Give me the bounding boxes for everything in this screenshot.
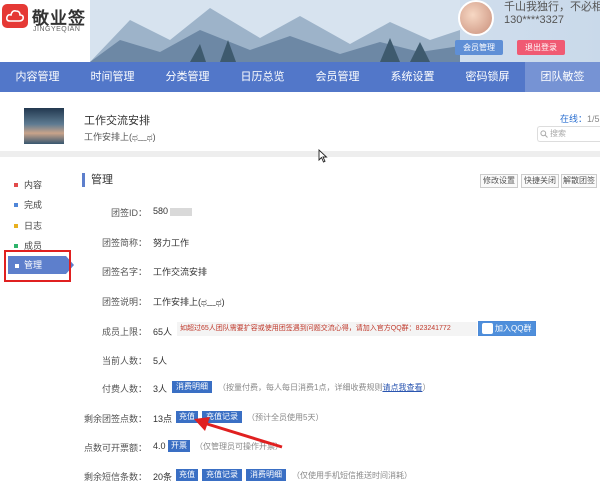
nav-content[interactable]: 内容管理 xyxy=(0,62,75,92)
user-phone: 130****3327 xyxy=(504,14,564,26)
consumption-detail-button[interactable]: 消费明细 xyxy=(172,381,212,393)
group-desc-label: 团签说明： xyxy=(101,297,147,307)
invoice-amount-value: 4.0 xyxy=(153,441,166,451)
short-name-label: 团签简称： xyxy=(101,238,147,248)
mountain-banner-image xyxy=(90,0,460,62)
section-title: 管理 xyxy=(82,173,113,187)
logout-button[interactable]: 退出登录 xyxy=(517,40,565,55)
sidebar-label: 内容 xyxy=(24,180,43,190)
highlight-box xyxy=(4,250,71,282)
quick-close-button[interactable]: 快捷关闭 xyxy=(521,174,559,188)
nav-category[interactable]: 分类管理 xyxy=(150,62,225,92)
join-qq-button[interactable]: 加入QQ群 xyxy=(478,321,536,336)
user-motto: 千山我独行，不必相送 xyxy=(504,1,600,13)
current-count-value: 5人 xyxy=(153,356,168,366)
nav-team[interactable]: 团队敏签 xyxy=(525,62,600,92)
member-limit-value: 65人 xyxy=(153,327,173,337)
group-name-value: 工作交流安排 xyxy=(153,267,208,277)
sidebar-label: 完成 xyxy=(24,200,43,210)
group-id-label: 团签ID： xyxy=(110,208,147,218)
group-thumbnail xyxy=(24,108,64,144)
header: 敬业签 JINGYEQIAN 千山我独行，不必相送 130****3327 会员… xyxy=(0,0,600,62)
dissolve-group-button[interactable]: 解散团签 xyxy=(561,174,597,188)
group-id-value: 580 xyxy=(153,206,193,216)
edit-settings-button[interactable]: 修改设置 xyxy=(480,174,518,188)
remaining-points-value: 13点 xyxy=(153,414,173,424)
search-icon xyxy=(540,130,548,138)
nav-lock[interactable]: 密码锁屏 xyxy=(450,62,525,92)
online-label: 在线： xyxy=(560,114,588,124)
green-dot-icon xyxy=(14,243,18,248)
billing-note: （按量付费，每人每日消费1点，详细收费规则请点我查看） xyxy=(218,382,430,393)
group-name-label: 团签名字： xyxy=(101,267,147,277)
sms-note: （仅使用手机短信推送时间消耗） xyxy=(292,471,412,480)
invoice-amount-label: 点数可开票额： xyxy=(83,443,147,453)
blue-dot-icon xyxy=(14,202,18,207)
member-limit-label: 成员上限： xyxy=(101,327,147,337)
divider xyxy=(0,151,600,157)
nav-settings[interactable]: 系统设置 xyxy=(375,62,450,92)
billing-rules-link[interactable]: 请点我查看 xyxy=(382,383,422,392)
brand-subtitle: JINGYEQIAN xyxy=(33,26,81,33)
sidebar-item-log[interactable]: 日志 xyxy=(14,219,42,232)
short-name-value: 努力工作 xyxy=(153,238,190,248)
nav-calendar[interactable]: 日历总览 xyxy=(225,62,300,92)
group-id-text: 580 xyxy=(153,206,169,216)
sms-remaining-label: 剩余短信条数： xyxy=(83,472,147,482)
online-count: 1/5 xyxy=(587,114,600,124)
join-qq-label: 加入QQ群 xyxy=(495,324,532,333)
search-placeholder: 搜索 xyxy=(550,129,566,138)
paid-count-value: 3人 xyxy=(153,384,168,394)
user-avatar[interactable] xyxy=(458,0,494,36)
current-count-label: 当前人数： xyxy=(101,356,147,366)
nav-time[interactable]: 时间管理 xyxy=(75,62,150,92)
nav-member[interactable]: 会员管理 xyxy=(300,62,375,92)
billing-note-end: ） xyxy=(422,383,431,392)
member-manage-button[interactable]: 会员管理 xyxy=(455,40,503,55)
group-name: 工作交流安排 xyxy=(84,115,150,127)
group-description: 工作安排上(ಥ﹏ಥ) xyxy=(84,132,156,142)
billing-note-text: （按量付费，每人每日消费1点，详细收费规则 xyxy=(218,383,383,392)
paid-count-label: 付费人数： xyxy=(101,384,147,394)
invoice-button[interactable]: 开票 xyxy=(168,440,190,452)
search-input[interactable]: 搜索 xyxy=(537,126,600,142)
online-status: 在线：1/5 xyxy=(560,112,600,125)
group-desc-value: 工作安排上(ಥ﹏ಥ) xyxy=(153,297,225,307)
sidebar-item-content[interactable]: 内容 xyxy=(14,178,42,191)
qq-icon xyxy=(482,323,493,334)
qq-group-notice: 如超过65人团队需要扩容或使用团签遇到问题交流心得，请加入官方QQ群：82324… xyxy=(177,322,477,336)
remaining-points-label: 剩余团签点数： xyxy=(83,414,147,424)
main-nav: 内容管理 时间管理 分类管理 日历总览 会员管理 系统设置 密码锁屏 团队敏签 xyxy=(0,62,600,92)
yellow-dot-icon xyxy=(14,223,18,228)
sms-recharge-record-button[interactable]: 充值记录 xyxy=(202,469,242,481)
red-dot-icon xyxy=(14,182,18,187)
sms-recharge-button[interactable]: 充值 xyxy=(176,469,198,481)
mouse-cursor-icon xyxy=(318,149,328,163)
sidebar-item-done[interactable]: 完成 xyxy=(14,198,42,211)
sidebar-label: 日志 xyxy=(24,221,43,231)
app-window: 敬业签 JINGYEQIAN 千山我独行，不必相送 130****3327 会员… xyxy=(0,0,600,485)
logo-icon xyxy=(2,4,28,28)
red-arrow-icon xyxy=(194,417,283,449)
sms-remaining-value: 20条 xyxy=(153,472,173,482)
masked-text xyxy=(170,207,193,216)
sms-consumption-button[interactable]: 消费明细 xyxy=(246,469,286,481)
